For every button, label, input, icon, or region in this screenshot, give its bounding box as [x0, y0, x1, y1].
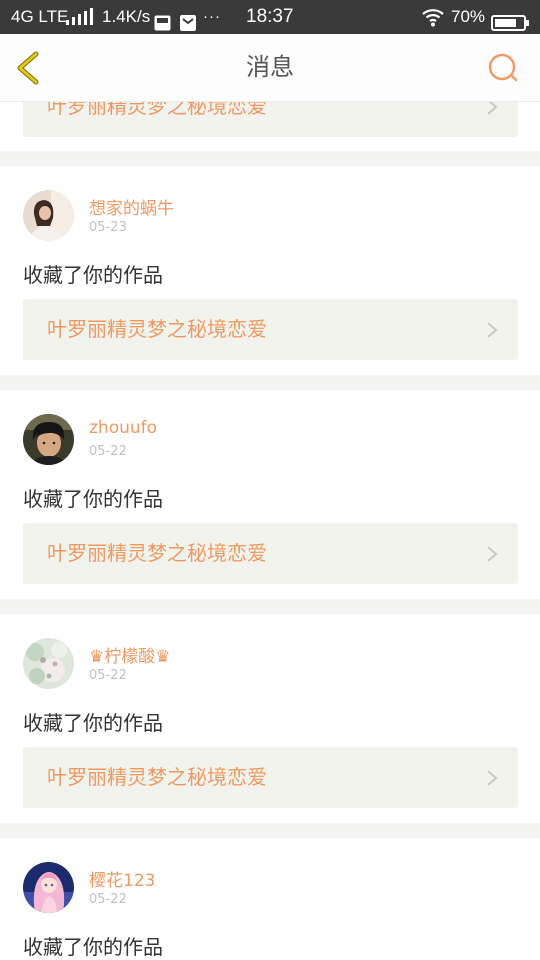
network-type: 4G LTE [11, 7, 69, 26]
wifi-icon [421, 6, 445, 28]
message-date: 05-22 [89, 668, 127, 683]
work-link[interactable]: 叶罗丽精灵梦之秘境恋爱 [23, 299, 518, 360]
avatar[interactable] [23, 190, 74, 241]
message-card: 樱花123 05-22 收藏了你的作品 [0, 838, 540, 960]
work-link[interactable]: 叶罗丽精灵梦之秘境恋爱 [23, 523, 518, 584]
message-action: 收藏了你的作品 [23, 487, 163, 511]
battery-icon [491, 9, 529, 31]
message-card: 叶罗丽精灵梦之秘境恋爱 [0, 101, 540, 151]
network-speed: 1.4K/s [102, 7, 151, 26]
work-link[interactable]: 叶罗丽精灵梦之秘境恋爱 [23, 101, 518, 137]
header: 消息 [0, 34, 540, 102]
avatar[interactable] [23, 414, 74, 465]
signal-icon [66, 0, 94, 34]
chevron-right-icon [486, 769, 498, 791]
more-notifications-icon: ··· [203, 8, 221, 25]
chevron-right-icon [486, 101, 498, 120]
gallery-icon [154, 9, 171, 31]
work-title: 叶罗丽精灵梦之秘境恋爱 [47, 765, 267, 789]
message-card: zhouufo 05-22 收藏了你的作品 叶罗丽精灵梦之秘境恋爱 [0, 390, 540, 599]
username[interactable]: 想家的蜗牛 [89, 194, 174, 219]
chevron-right-icon [486, 545, 498, 567]
avatar[interactable] [23, 862, 74, 913]
notification-icon [180, 9, 196, 31]
message-date: 05-22 [89, 444, 127, 459]
username[interactable]: zhouufo [89, 418, 157, 438]
battery-percent: 70% [451, 7, 486, 26]
message-date: 05-23 [89, 220, 127, 235]
avatar[interactable] [23, 638, 74, 689]
username[interactable]: 樱花123 [89, 866, 155, 891]
username[interactable]: ♛柠檬酸♛ [89, 642, 170, 667]
search-icon [488, 53, 518, 82]
work-title: 叶罗丽精灵梦之秘境恋爱 [47, 317, 267, 341]
work-title: 叶罗丽精灵梦之秘境恋爱 [47, 541, 267, 565]
work-link[interactable]: 叶罗丽精灵梦之秘境恋爱 [23, 747, 518, 808]
message-action: 收藏了你的作品 [23, 263, 163, 287]
message-card: 想家的蜗牛 05-23 收藏了你的作品 叶罗丽精灵梦之秘境恋爱 [0, 166, 540, 375]
chevron-right-icon [486, 321, 498, 343]
work-title: 叶罗丽精灵梦之秘境恋爱 [47, 101, 267, 118]
status-bar: 4G LTE 1.4K/s ··· 18:37 70% [0, 0, 540, 34]
message-action: 收藏了你的作品 [23, 711, 163, 735]
page-title: 消息 [246, 53, 294, 81]
search-button[interactable] [486, 52, 520, 84]
message-feed[interactable]: 叶罗丽精灵梦之秘境恋爱 想家的蜗牛 05-23 收藏了你的作品 叶罗丽精灵梦之秘… [0, 101, 540, 960]
message-card: ♛柠檬酸♛ 05-22 收藏了你的作品 叶罗丽精灵梦之秘境恋爱 [0, 614, 540, 823]
message-date: 05-22 [89, 892, 127, 907]
message-action: 收藏了你的作品 [23, 935, 163, 959]
clock: 18:37 [246, 6, 294, 27]
